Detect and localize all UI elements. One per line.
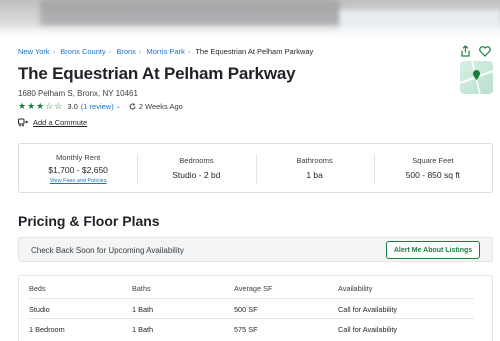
last-updated: 2 Weeks Ago bbox=[138, 102, 183, 111]
fact-value: 500 - 850 sq ft bbox=[405, 170, 461, 180]
table-cell: 575 SF bbox=[234, 325, 258, 334]
add-commute-link[interactable]: Add a Commute bbox=[18, 118, 87, 127]
table-row[interactable]: 1 Bedroom 1 Bath 575 SF Call for Availab… bbox=[29, 318, 474, 338]
breadcrumb-link-city[interactable]: Bronx bbox=[116, 47, 136, 56]
rating-value: 3.0 bbox=[67, 102, 78, 111]
breadcrumb-link-state[interactable]: New York bbox=[18, 47, 50, 56]
fact-bathrooms: Bathrooms 1 ba bbox=[255, 144, 374, 192]
floorplan-table: Beds Baths Average SF Availability Studi… bbox=[18, 275, 493, 341]
table-cell: Call for Availability bbox=[338, 305, 398, 314]
availability-banner: Check Back Soon for Upcoming Availabilit… bbox=[18, 237, 493, 262]
page-title: The Equestrian At Pelham Parkway bbox=[18, 64, 296, 83]
table-cell: Call for Availability bbox=[338, 325, 398, 334]
column-header: Baths bbox=[132, 284, 151, 293]
table-header-row: Beds Baths Average SF Availability bbox=[29, 278, 474, 298]
add-commute-label: Add a Commute bbox=[33, 118, 88, 127]
fact-value: Studio - 2 bd bbox=[172, 170, 221, 180]
fact-label: Square Feet bbox=[412, 156, 454, 165]
reviews-link[interactable]: (1 review) bbox=[81, 102, 114, 111]
table-cell: 1 Bath bbox=[132, 325, 154, 334]
rating-stars: ★★★☆☆ bbox=[18, 101, 64, 111]
availability-text: Check Back Soon for Upcoming Availabilit… bbox=[31, 246, 184, 255]
section-title: Pricing & Floor Plans bbox=[18, 213, 160, 229]
column-header: Availability bbox=[338, 284, 373, 293]
fact-label: Bathrooms bbox=[296, 156, 333, 165]
map-thumbnail[interactable] bbox=[460, 61, 493, 94]
fact-value: 1 ba bbox=[306, 170, 323, 180]
fact-label: Bedrooms bbox=[179, 156, 214, 165]
fact-value: $1,700 - $2,650 bbox=[48, 164, 108, 175]
breadcrumb: New York › Bronx County › Bronx › Morris Pa… bbox=[18, 47, 314, 56]
hero-photo bbox=[0, 0, 500, 38]
breadcrumb-current: The Equestrian At Pelham Parkway bbox=[195, 47, 314, 56]
favorite-button[interactable] bbox=[478, 44, 492, 58]
table-cell: 500 SF bbox=[234, 305, 258, 314]
breadcrumb-link-neighborhood[interactable]: Morris Park bbox=[147, 47, 185, 56]
table-cell: Studio bbox=[29, 305, 50, 314]
map-pin-icon bbox=[460, 61, 493, 94]
refresh-icon bbox=[129, 103, 136, 110]
column-header: Average SF bbox=[234, 284, 273, 293]
chevron-down-icon[interactable]: ⌄ bbox=[116, 103, 121, 110]
fact-square-feet: Square Feet 500 - 850 sq ft bbox=[373, 144, 492, 192]
fact-monthly-rent: Monthly Rent $1,700 - $2,650 View Fees a… bbox=[19, 144, 137, 192]
commute-icon bbox=[18, 118, 28, 127]
breadcrumb-link-county[interactable]: Bronx County bbox=[60, 47, 105, 56]
share-icon bbox=[460, 45, 470, 57]
table-cell: 1 Bedroom bbox=[29, 325, 65, 334]
share-button[interactable] bbox=[458, 44, 472, 58]
fact-label: Monthly Rent bbox=[56, 152, 101, 162]
table-cell: 1 Bath bbox=[132, 305, 154, 314]
alert-me-button[interactable]: Alert Me About Listings bbox=[386, 241, 480, 259]
fact-bedrooms: Bedrooms Studio - 2 bd bbox=[137, 144, 255, 192]
key-facts-panel: Monthly Rent $1,700 - $2,650 View Fees a… bbox=[18, 143, 493, 193]
fees-policies-link[interactable]: View Fees and Policies bbox=[50, 178, 107, 184]
heart-icon bbox=[479, 45, 491, 57]
table-row[interactable]: Studio 1 Bath 500 SF Call for Availabili… bbox=[29, 298, 474, 318]
property-address: 1680 Pelham S, Bronx, NY 10461 bbox=[18, 89, 138, 98]
column-header: Beds bbox=[29, 284, 46, 293]
